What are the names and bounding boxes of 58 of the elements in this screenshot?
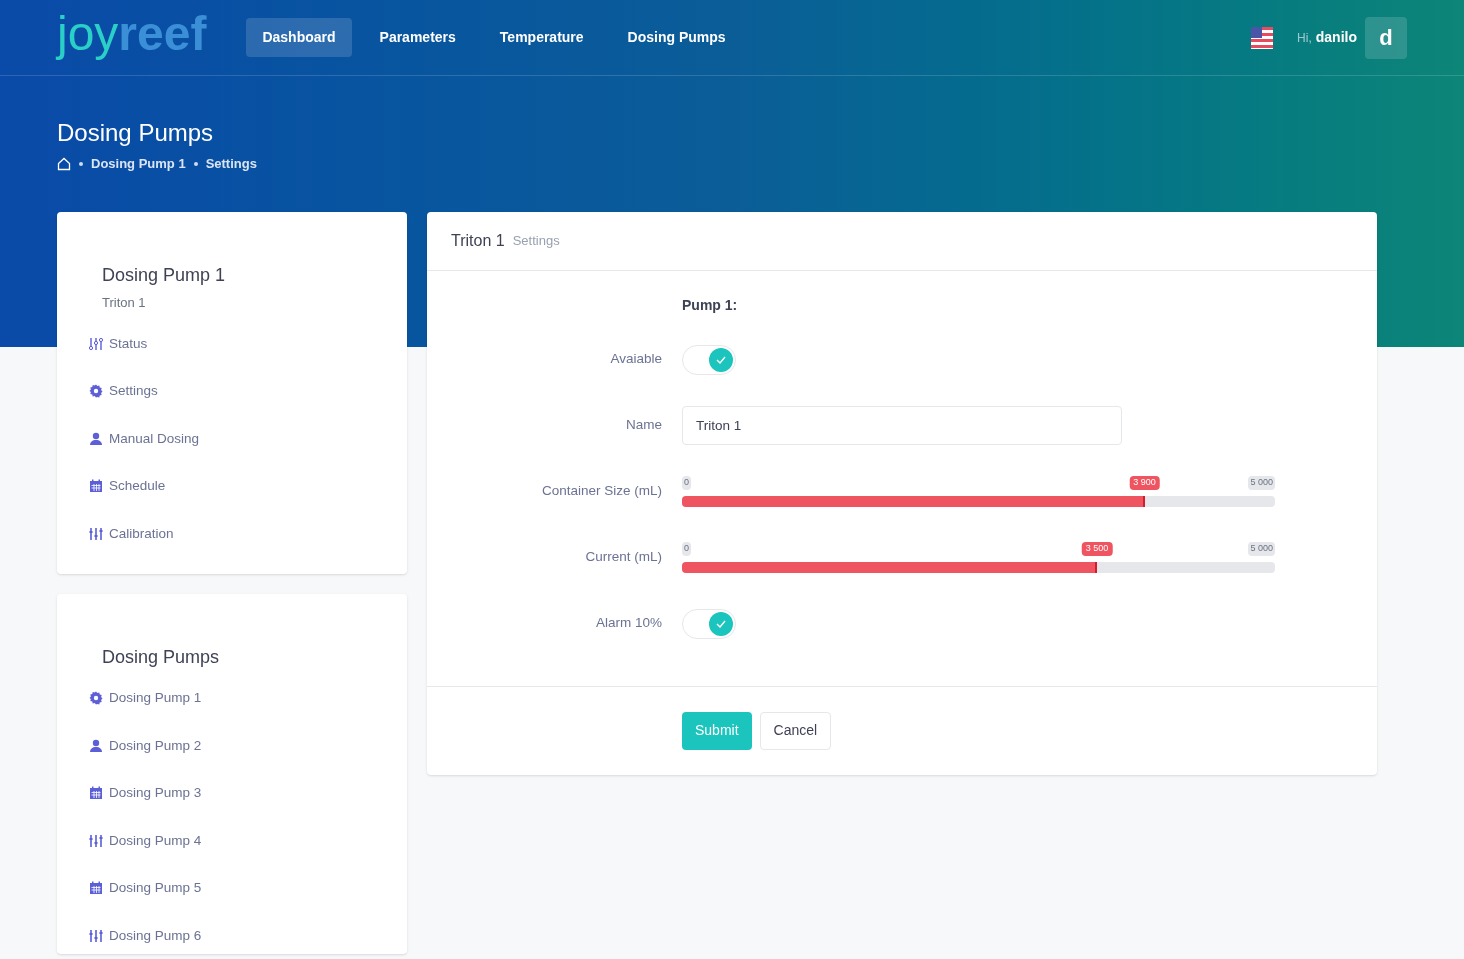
breadcrumb-link[interactable]: Settings [205,154,257,174]
person-icon [89,431,103,446]
sidebar-item[interactable]: Status [89,320,375,368]
tune-icon [89,833,103,848]
nav-tab[interactable]: Dosing Pumps [611,18,742,57]
tune-icon [89,526,103,541]
sidebar-item[interactable]: Dosing Pump 6 [89,912,375,959]
greeting-text: Hi, [1297,29,1312,47]
card-title: Dosing Pump 1 [101,263,227,287]
check-icon [716,619,726,628]
name-field[interactable]: Triton 1 [682,406,1122,445]
sidebar-item[interactable]: Dosing Pump 4 [89,817,375,865]
sidebar-item[interactable]: Settings [89,367,375,415]
max-value: 5 000 [1248,476,1275,490]
gear-icon [89,384,103,399]
value-tooltip: 3 900 [1129,476,1160,490]
sidebar-item[interactable]: Dosing Pump 2 [89,722,375,770]
calendar-icon [89,881,103,896]
field-label: Alarm 10% [594,614,662,633]
sidebar-item[interactable]: Schedule [89,462,375,510]
user-name[interactable]: danilo [1315,27,1357,48]
page-title: Dosing Pumps [57,118,215,148]
calendar-icon [89,479,103,494]
section-title: Pump 1: [682,295,738,315]
user-avatar[interactable]: d [1365,16,1407,59]
sidebar-item[interactable]: Dosing Pump 1 [89,674,375,722]
card-subtitle: Triton 1 [101,293,147,312]
nav-tab[interactable]: Temperature [483,18,600,57]
min-value: 0 [682,542,691,556]
max-value: 5 000 [1248,542,1275,556]
sidebar-item[interactable]: Calibration [89,510,375,558]
slider-track[interactable] [682,496,1275,507]
slider-track[interactable] [682,562,1275,573]
home-icon[interactable] [57,156,71,171]
person-icon [89,738,103,753]
logo[interactable]: joyreef [57,9,207,58]
nav-tab[interactable]: Dashboard [246,18,352,57]
calendar-icon [89,786,103,801]
sidebar-item[interactable]: Manual Dosing [89,415,375,463]
check-icon [716,355,726,364]
field-label: Current (mL) [584,548,662,567]
us-flag-icon[interactable] [1251,26,1274,49]
gear-icon [89,691,103,706]
sliders-icon [89,336,103,351]
field-label: Avaiable [609,350,662,369]
sidebar-item[interactable]: Dosing Pump 3 [89,769,375,817]
nav-tab[interactable]: Parameters [363,18,472,57]
card-title: Triton 1 [451,230,505,251]
card-title: Dosing Pumps [101,645,221,669]
card-subtitle: Settings [512,231,560,250]
tune-icon [89,928,103,943]
sidebar-item[interactable]: Dosing Pump 5 [89,864,375,912]
field-label: Name [625,416,662,435]
min-value: 0 [682,476,691,490]
field-label: Container Size (mL) [540,482,662,501]
cancel-button[interactable]: Cancel [759,711,832,750]
breadcrumb-link[interactable]: Dosing Pump 1 [91,154,186,174]
value-tooltip: 3 500 [1081,542,1113,556]
